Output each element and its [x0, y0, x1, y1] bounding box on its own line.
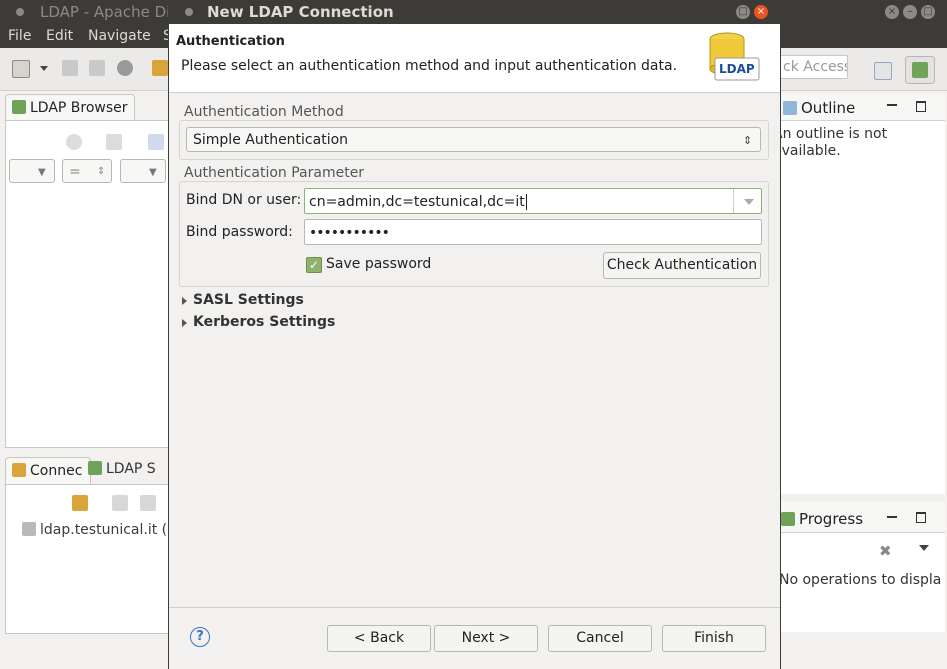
- print-icon[interactable]: [89, 60, 105, 76]
- spinner-arrows-icon: ⇕: [743, 134, 753, 147]
- view-menu-icon[interactable]: [148, 134, 164, 150]
- ldap-perspective-icon: [912, 62, 928, 78]
- progress-message: No operations to displa: [779, 572, 942, 588]
- back-button[interactable]: < Back: [327, 625, 431, 652]
- tab-ldap-servers[interactable]: LDAP S: [88, 461, 156, 477]
- chevron-down-icon: [744, 199, 754, 205]
- new-icon[interactable]: [12, 60, 30, 78]
- minimize-panel-icon[interactable]: [887, 516, 897, 518]
- tab-connections-label: Connec: [30, 463, 83, 479]
- ldap-servers-icon: [88, 461, 102, 475]
- open-perspective-icon[interactable]: [874, 62, 892, 80]
- kerberos-settings-section[interactable]: Kerberos Settings: [193, 314, 335, 330]
- bind-dn-input[interactable]: cn=admin,dc=testunical,dc=it: [304, 188, 762, 214]
- cancel-button[interactable]: Cancel: [548, 625, 652, 652]
- bind-dn-history-button[interactable]: [733, 189, 762, 213]
- save-icon[interactable]: [62, 60, 78, 76]
- help-icon[interactable]: ?: [190, 627, 210, 647]
- ldap-database-icon: LDAP: [709, 30, 769, 86]
- bind-password-label: Bind password:: [186, 224, 293, 240]
- disconnect-icon[interactable]: [112, 495, 128, 511]
- progress-icon: [781, 512, 795, 526]
- connections-panel: ldap.testunical.it (: [5, 484, 169, 634]
- footer-divider: [169, 607, 780, 608]
- connect-all-icon[interactable]: [140, 495, 156, 511]
- bind-password-input[interactable]: •••••••••••: [304, 219, 762, 245]
- main-window-title: LDAP - Apache Dir: [40, 3, 177, 21]
- dialog-close-icon[interactable]: ×: [754, 5, 768, 19]
- header-description: Please select an authentication method a…: [181, 58, 678, 74]
- gear-icon[interactable]: [117, 60, 133, 76]
- tab-outline[interactable]: Outline: [783, 99, 855, 117]
- dialog-titlebar: New LDAP Connection □ ×: [169, 0, 780, 24]
- close-icon[interactable]: ×: [885, 5, 899, 19]
- connection-label: ldap.testunical.it (: [40, 522, 168, 538]
- filter-attribute-combo[interactable]: ▼: [9, 159, 55, 183]
- expand-triangle-icon[interactable]: [182, 319, 187, 327]
- header-title: Authentication: [176, 34, 285, 49]
- collapse-icon[interactable]: [66, 134, 82, 150]
- remove-all-icon[interactable]: ✖: [879, 542, 892, 560]
- new-connection-icon[interactable]: [72, 495, 88, 511]
- link-icon[interactable]: [106, 134, 122, 150]
- new-ldap-connection-dialog: New LDAP Connection □ × Authentication P…: [168, 0, 781, 669]
- filter-value-combo[interactable]: ▼: [120, 159, 166, 183]
- view-menu-chevron-icon[interactable]: [919, 545, 929, 551]
- outline-icon: [783, 101, 797, 115]
- connection-list-item[interactable]: ldap.testunical.it (: [22, 522, 167, 538]
- ldap-browser-panel: ▼ = ⇕ ▼: [5, 120, 169, 448]
- ldap-browser-icon: [12, 100, 26, 114]
- tab-outline-label: Outline: [801, 99, 856, 117]
- finish-button[interactable]: Finish: [662, 625, 766, 652]
- auth-method-group-label: Authentication Method: [184, 104, 347, 120]
- bind-dn-value: cn=admin,dc=testunical,dc=it: [309, 194, 525, 210]
- window-menu-icon[interactable]: [16, 8, 24, 16]
- dialog-maximize-icon[interactable]: □: [736, 5, 750, 19]
- dialog-menu-icon[interactable]: [185, 8, 193, 16]
- auth-method-select[interactable]: Simple Authentication ⇕: [186, 127, 761, 152]
- menu-file[interactable]: File: [8, 28, 31, 44]
- next-button[interactable]: Next >: [434, 625, 538, 652]
- sasl-settings-section[interactable]: SASL Settings: [193, 292, 304, 308]
- ldap-icon-label: LDAP: [719, 62, 755, 76]
- tab-ldap-browser[interactable]: LDAP Browser: [5, 94, 135, 121]
- outline-message: An outline is not available.: [773, 126, 888, 159]
- outline-panel: Outline An outline is not available.: [773, 94, 945, 494]
- tab-progress[interactable]: Progress: [781, 510, 863, 528]
- expand-triangle-icon[interactable]: [182, 297, 187, 305]
- maximize-icon[interactable]: □: [921, 5, 935, 19]
- tab-progress-label: Progress: [799, 510, 864, 528]
- dialog-title: New LDAP Connection: [207, 3, 394, 21]
- maximize-panel-icon[interactable]: [916, 512, 926, 523]
- minimize-panel-icon[interactable]: [887, 104, 897, 106]
- bind-dn-label: Bind DN or user:: [186, 192, 302, 208]
- ldap-perspective-button[interactable]: [905, 56, 935, 84]
- tab-connections[interactable]: Connec: [5, 457, 91, 484]
- save-password-label: Save password: [326, 256, 432, 272]
- text-cursor: [525, 194, 527, 210]
- connection-icon: [22, 522, 36, 536]
- menu-navigate[interactable]: Navigate: [88, 28, 151, 44]
- maximize-panel-icon[interactable]: [916, 101, 926, 112]
- progress-panel: Progress ✖ No operations to displa: [778, 502, 945, 632]
- tab-ldap-browser-label: LDAP Browser: [30, 100, 128, 116]
- connections-icon: [12, 463, 26, 477]
- save-password-checkbox[interactable]: ✓: [306, 257, 322, 273]
- filter-operator-combo[interactable]: = ⇕: [62, 159, 112, 183]
- auth-param-group-label: Authentication Parameter: [184, 165, 368, 181]
- auth-method-value: Simple Authentication: [193, 132, 349, 148]
- chevron-down-icon[interactable]: [40, 66, 48, 71]
- tab-ldap-servers-label: LDAP S: [106, 461, 156, 477]
- minimize-icon[interactable]: –: [903, 5, 917, 19]
- connect-icon[interactable]: [152, 60, 168, 76]
- menu-edit[interactable]: Edit: [46, 28, 73, 44]
- quick-access-input[interactable]: ck Access: [778, 55, 848, 79]
- dialog-header: Authentication Please select an authenti…: [169, 24, 780, 93]
- filter-operator-value: =: [69, 164, 81, 180]
- check-authentication-button[interactable]: Check Authentication: [603, 252, 761, 279]
